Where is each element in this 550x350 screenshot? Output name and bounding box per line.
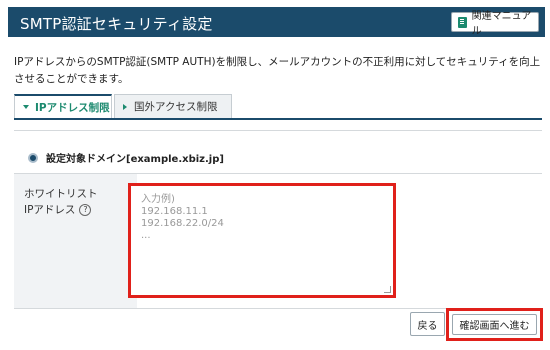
whitelist-placeholder: 入力例) 192.168.11.1 192.168.22.0/24 ... [141, 194, 224, 241]
help-icon[interactable]: ? [79, 204, 92, 216]
whitelist-label-line2: IPアドレス [24, 204, 76, 216]
tab-ip-restriction[interactable]: IPアドレス制限 [14, 94, 112, 118]
related-manual-label: 関連マニュアル [471, 11, 532, 37]
back-button[interactable]: 戻る [410, 312, 445, 336]
confirm-button[interactable]: 確認画面へ進む [452, 314, 537, 335]
tab-bar: IPアドレス制限 国外アクセス制限 [14, 94, 542, 120]
tab-overseas-access[interactable]: 国外アクセス制限 [114, 94, 232, 118]
tab-ip-restriction-label: IPアドレス制限 [35, 101, 110, 114]
related-manual-button[interactable]: 関連マニュアル [451, 11, 539, 37]
header-bar: SMTP認証セキュリティ設定 関連マニュアル [8, 7, 545, 37]
whitelist-label-cell: ホワイトリスト IPアドレス? [14, 174, 137, 308]
page-title: SMTP認証セキュリティ設定 [20, 15, 213, 33]
whitelist-label-line1: ホワイトリスト [24, 188, 98, 200]
triangle-down-icon [23, 105, 29, 109]
target-domain: 設定対象ドメイン[example.xbiz.jp] [28, 150, 224, 165]
book-icon [458, 16, 467, 28]
resize-handle-icon[interactable] [384, 286, 391, 293]
target-domain-label: 設定対象ドメイン[example.xbiz.jp] [46, 154, 224, 165]
page-description: IPアドレスからのSMTP認証(SMTP AUTH)を制限し、メールアカウントの… [14, 56, 541, 85]
triangle-right-icon [123, 103, 127, 110]
whitelist-ip-textarea[interactable]: 入力例) 192.168.11.1 192.168.22.0/24 ... [128, 183, 396, 298]
bullet-icon [28, 152, 38, 163]
confirm-button-highlight: 確認画面へ進む [446, 308, 543, 341]
tab-overseas-access-label: 国外アクセス制限 [134, 101, 218, 113]
